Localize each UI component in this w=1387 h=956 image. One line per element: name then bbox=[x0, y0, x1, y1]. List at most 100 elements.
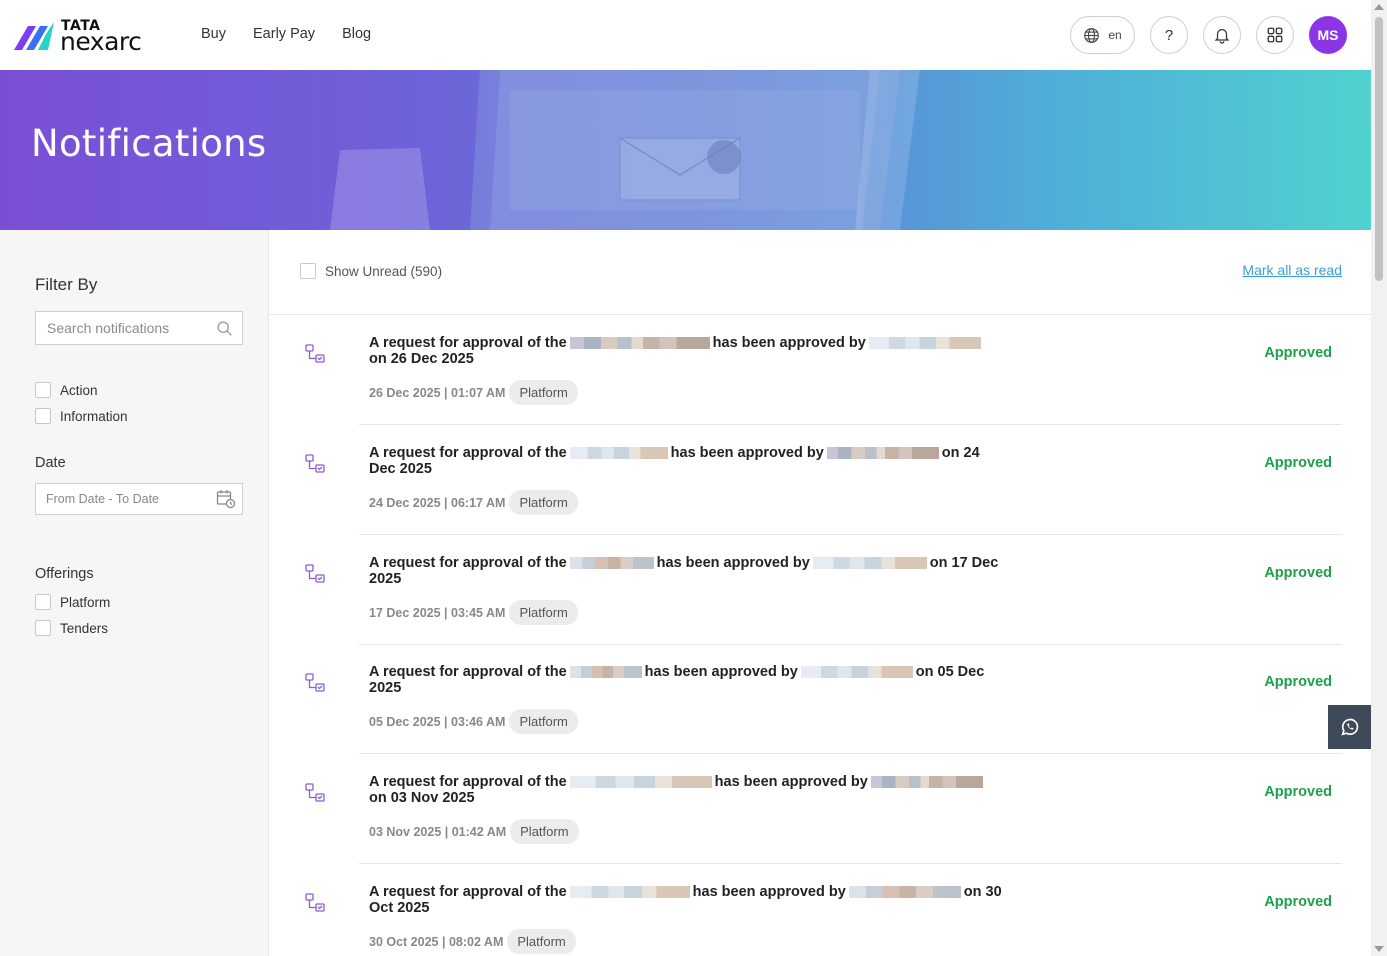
date-range-box bbox=[35, 483, 243, 515]
approval-flow-icon bbox=[305, 783, 325, 802]
status-badge: Approved bbox=[1264, 784, 1332, 800]
main-nav: Buy Early Pay Blog bbox=[201, 26, 371, 42]
redacted-text bbox=[569, 337, 710, 350]
nav-early-pay[interactable]: Early Pay bbox=[253, 26, 315, 42]
information-checkbox[interactable] bbox=[35, 408, 51, 424]
filter-platform-row[interactable]: Platform bbox=[35, 594, 110, 610]
redacted-text bbox=[848, 886, 961, 899]
user-avatar[interactable]: MS bbox=[1309, 16, 1347, 54]
notification-timestamp: 17 Dec 2025 | 03:45 AM bbox=[369, 605, 506, 620]
whatsapp-icon bbox=[1341, 718, 1359, 736]
notification-item[interactable]: A request for approval of the has been ap… bbox=[270, 864, 1371, 956]
redacted-text bbox=[569, 886, 690, 899]
help-icon: ? bbox=[1164, 26, 1174, 44]
filter-sidebar: Filter By Action Information Date Offeri… bbox=[0, 230, 269, 956]
notification-message: A request for approval of the has been ap… bbox=[369, 664, 985, 696]
notification-meta: 03 Nov 2025 | 01:42 AM Platform bbox=[369, 819, 579, 844]
notification-timestamp: 05 Dec 2025 | 03:46 AM bbox=[369, 714, 506, 729]
notification-message: A request for approval of the has been ap… bbox=[369, 335, 1009, 367]
show-unread-label: Show Unread (590) bbox=[325, 263, 443, 279]
help-button[interactable]: ? bbox=[1150, 16, 1188, 54]
mark-all-read-link[interactable]: Mark all as read bbox=[1242, 262, 1342, 278]
notification-meta: 05 Dec 2025 | 03:46 AM Platform bbox=[369, 709, 578, 734]
language-button[interactable]: en bbox=[1070, 16, 1135, 54]
notification-meta: 24 Dec 2025 | 06:17 AM Platform bbox=[369, 490, 578, 515]
date-label: Date bbox=[35, 455, 66, 471]
offering-tag: Platform bbox=[509, 490, 578, 515]
nav-blog[interactable]: Blog bbox=[342, 26, 371, 42]
action-checkbox[interactable] bbox=[35, 382, 51, 398]
notification-timestamp: 30 Oct 2025 | 08:02 AM bbox=[369, 934, 504, 949]
notification-item[interactable]: A request for approval of the has been ap… bbox=[270, 535, 1371, 645]
offerings-label: Offerings bbox=[35, 566, 94, 582]
notification-item[interactable]: A request for approval of the has been ap… bbox=[270, 644, 1371, 754]
filter-title: Filter By bbox=[35, 275, 98, 294]
redacted-text bbox=[569, 447, 668, 460]
notification-meta: 30 Oct 2025 | 08:02 AM Platform bbox=[369, 929, 576, 954]
notification-item[interactable]: A request for approval of the has been ap… bbox=[270, 315, 1371, 425]
header-actions: en ? MS bbox=[1070, 16, 1347, 54]
apps-grid-button[interactable] bbox=[1256, 16, 1294, 54]
offering-tag: Platform bbox=[507, 929, 576, 954]
notification-timestamp: 03 Nov 2025 | 01:42 AM bbox=[369, 824, 507, 839]
scroll-thumb[interactable] bbox=[1375, 17, 1383, 281]
action-label: Action bbox=[60, 382, 98, 398]
nav-buy[interactable]: Buy bbox=[201, 26, 226, 42]
approval-flow-icon bbox=[305, 564, 325, 583]
information-label: Information bbox=[60, 408, 128, 424]
redacted-text bbox=[868, 337, 981, 350]
notification-message: A request for approval of the has been ap… bbox=[369, 884, 1002, 916]
status-badge: Approved bbox=[1264, 894, 1332, 910]
nexarc-logo-mark-icon bbox=[14, 22, 54, 50]
notification-timestamp: 26 Dec 2025 | 01:07 AM bbox=[369, 385, 506, 400]
redacted-text bbox=[569, 666, 642, 679]
whatsapp-button[interactable] bbox=[1328, 705, 1372, 749]
status-badge: Approved bbox=[1264, 345, 1332, 361]
show-unread-checkbox[interactable] bbox=[300, 263, 316, 279]
notifications-bell-button[interactable] bbox=[1203, 16, 1241, 54]
notification-message: A request for approval of the has been ap… bbox=[369, 555, 999, 587]
tenders-label: Tenders bbox=[60, 620, 109, 636]
notification-meta: 17 Dec 2025 | 03:45 AM Platform bbox=[369, 600, 578, 625]
redacted-text bbox=[569, 776, 712, 789]
offering-tag: Platform bbox=[510, 819, 579, 844]
search-input[interactable] bbox=[36, 312, 206, 344]
top-header: TATA nexarc Buy Early Pay Blog en ? MS bbox=[0, 0, 1371, 70]
filter-information-row[interactable]: Information bbox=[35, 408, 128, 424]
scroll-up-arrow-icon[interactable] bbox=[1374, 4, 1384, 10]
status-badge: Approved bbox=[1264, 565, 1332, 581]
status-badge: Approved bbox=[1264, 455, 1332, 471]
notification-timestamp: 24 Dec 2025 | 06:17 AM bbox=[369, 495, 506, 510]
notification-message: A request for approval of the has been ap… bbox=[369, 774, 1009, 806]
tata-nexarc-logo[interactable]: TATA nexarc bbox=[14, 18, 154, 56]
tenders-checkbox[interactable] bbox=[35, 620, 51, 636]
scroll-down-arrow-icon[interactable] bbox=[1374, 946, 1384, 952]
grid-icon bbox=[1267, 27, 1283, 43]
page-scrollbar[interactable] bbox=[1371, 0, 1387, 956]
notification-item[interactable]: A request for approval of the has been ap… bbox=[270, 754, 1371, 864]
filter-tenders-row[interactable]: Tenders bbox=[35, 620, 108, 636]
search-icon[interactable] bbox=[216, 320, 233, 337]
search-box bbox=[35, 311, 243, 345]
redacted-text bbox=[569, 557, 654, 570]
globe-icon bbox=[1084, 27, 1100, 43]
notifications-list-panel: Show Unread (590) Mark all as read A req… bbox=[270, 230, 1371, 956]
date-range-input[interactable] bbox=[36, 484, 206, 514]
list-toolbar: Show Unread (590) Mark all as read bbox=[270, 230, 1371, 315]
bell-icon bbox=[1214, 28, 1230, 44]
redacted-text bbox=[800, 666, 913, 679]
notification-message: A request for approval of the has been ap… bbox=[369, 445, 980, 477]
notification-meta: 26 Dec 2025 | 01:07 AM Platform bbox=[369, 380, 578, 405]
offering-tag: Platform bbox=[509, 600, 578, 625]
filter-action-row[interactable]: Action bbox=[35, 382, 98, 398]
notification-item[interactable]: A request for approval of the has been ap… bbox=[270, 425, 1371, 535]
show-unread-toggle[interactable]: Show Unread (590) bbox=[300, 263, 442, 279]
offering-tag: Platform bbox=[509, 709, 578, 734]
redacted-text bbox=[826, 447, 939, 460]
platform-label: Platform bbox=[60, 594, 111, 610]
calendar-clock-icon[interactable] bbox=[216, 489, 236, 509]
platform-checkbox[interactable] bbox=[35, 594, 51, 610]
offering-tag: Platform bbox=[509, 380, 578, 405]
language-label: en bbox=[1108, 28, 1122, 42]
approval-flow-icon bbox=[305, 344, 325, 363]
